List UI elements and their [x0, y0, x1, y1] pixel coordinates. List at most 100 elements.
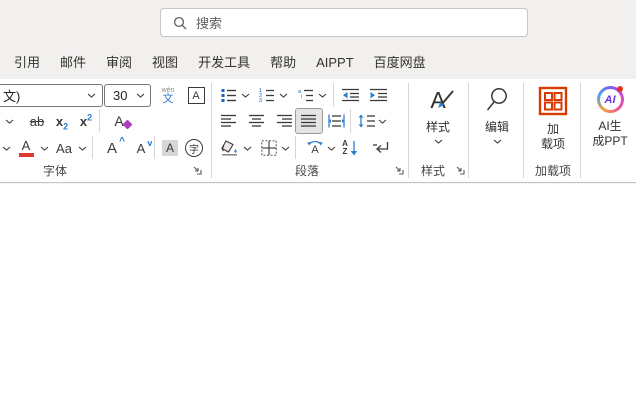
search-input[interactable]: 搜索 — [160, 8, 528, 37]
tab-baidu-netdisk[interactable]: 百度网盘 — [364, 47, 436, 79]
ribbon-tab-row: 引用 邮件 审阅 视图 开发工具 帮助 AIPPT 百度网盘 — [0, 47, 636, 79]
svg-text:i: i — [301, 94, 302, 100]
strikethrough-icon: ab — [29, 113, 45, 129]
multilevel-list-button[interactable]: a i — [296, 84, 316, 106]
search-placeholder: 搜索 — [196, 16, 223, 31]
add-ins-group-label: 加载项 — [534, 164, 571, 178]
change-case-button[interactable]: Aa — [52, 137, 76, 159]
shading-chevron[interactable] — [242, 137, 253, 159]
font-color-chevron[interactable] — [38, 137, 50, 159]
superscript-icon: x2 — [79, 112, 93, 129]
strikethrough-button[interactable]: ab — [24, 110, 50, 132]
increase-indent-icon — [370, 88, 387, 102]
multilevel-list-chevron[interactable] — [317, 84, 328, 106]
justify-icon — [301, 114, 316, 127]
font-name-combo[interactable]: 文) — [0, 84, 103, 107]
multilevel-list-icon: a i — [298, 89, 313, 102]
bullets-chevron[interactable] — [240, 84, 251, 106]
shading-icon — [221, 140, 237, 156]
enclose-characters-button[interactable]: 字 — [182, 136, 206, 160]
increase-indent-button[interactable] — [368, 84, 390, 106]
ribbon: 文) 30 wén 文 A ab x2 x2 A A Aa A ^ A v A … — [0, 79, 636, 183]
asian-layout-chevron[interactable] — [326, 137, 337, 159]
chevron-down-icon — [434, 139, 443, 144]
tab-developer[interactable]: 开发工具 — [188, 47, 260, 79]
borders-icon — [261, 140, 277, 156]
word-window: 搜索 引用 邮件 审阅 视图 开发工具 帮助 AIPPT 百度网盘 文) 30 — [0, 0, 636, 402]
font-name-value: 文) — [3, 89, 21, 104]
align-center-icon — [249, 114, 264, 127]
character-border-icon: A — [187, 87, 205, 104]
borders-button[interactable] — [259, 137, 279, 159]
underline-dropdown-chevron[interactable] — [2, 110, 16, 132]
change-case-chevron[interactable] — [76, 137, 88, 159]
editing-button[interactable]: 编辑 — [474, 83, 520, 161]
borders-chevron[interactable] — [280, 137, 291, 159]
subscript-icon: x2 — [55, 113, 69, 132]
chevron-down-icon — [493, 139, 502, 144]
tab-aippt[interactable]: AIPPT — [306, 47, 364, 79]
align-left-button[interactable] — [219, 110, 239, 132]
phonetic-guide-button[interactable]: wén 文 — [155, 83, 181, 108]
tab-review[interactable]: 审阅 — [96, 47, 142, 79]
character-border-button[interactable]: A — [184, 83, 208, 108]
chevron-down-icon — [136, 93, 150, 98]
sort-button[interactable]: A Z — [338, 135, 362, 161]
grow-font-button[interactable]: A ^ — [98, 135, 126, 161]
asian-layout-icon: A — [305, 139, 325, 156]
add-ins-grid-icon — [538, 83, 568, 119]
decrease-indent-button[interactable] — [340, 84, 362, 106]
show-hide-marks-button[interactable] — [368, 136, 394, 160]
shrink-font-icon: A v — [136, 137, 153, 156]
styles-group-label: 样式 — [420, 164, 445, 178]
shrink-font-button[interactable]: A v — [128, 135, 154, 161]
document-canvas[interactable]: word 字体变大怎么调 — [0, 184, 636, 402]
tab-mailings[interactable]: 邮件 — [50, 47, 96, 79]
editing-magnifier-icon — [484, 83, 510, 117]
shading-button[interactable] — [219, 137, 241, 159]
paragraph-mark-icon — [373, 142, 389, 153]
styles-dialog-launcher[interactable] — [453, 163, 467, 177]
bullets-button[interactable] — [219, 84, 239, 106]
tab-references[interactable]: 引用 — [4, 47, 50, 79]
paragraph-dialog-launcher[interactable] — [392, 163, 406, 177]
font-size-value: 30 — [113, 88, 128, 103]
svg-text:3: 3 — [259, 98, 262, 103]
chevron-down-icon — [87, 93, 102, 98]
line-spacing-icon — [358, 114, 375, 128]
paragraph-group-label: 段落 — [294, 164, 319, 178]
font-color-button[interactable]: A — [14, 135, 38, 161]
align-left-icon — [221, 114, 236, 127]
subscript-button[interactable]: x2 — [50, 110, 74, 132]
line-spacing-chevron[interactable] — [377, 110, 388, 132]
font-dialog-launcher[interactable] — [190, 163, 204, 177]
ai-logo-icon: AI — [596, 83, 624, 116]
font-size-combo[interactable]: 30 — [104, 84, 151, 107]
character-shading-button[interactable]: A — [158, 136, 182, 160]
align-right-icon — [277, 114, 292, 127]
superscript-button[interactable]: x2 — [74, 110, 98, 132]
asian-layout-button[interactable]: A — [302, 134, 328, 161]
align-center-button[interactable] — [247, 110, 267, 132]
decrease-indent-icon — [342, 88, 359, 102]
line-spacing-button[interactable] — [356, 110, 378, 132]
ai-generate-ppt-button[interactable]: AI AI生 成PPT — [586, 83, 634, 161]
enclose-characters-icon: 字 — [185, 139, 203, 157]
bullets-icon — [221, 89, 236, 102]
distribute-text-button[interactable] — [326, 110, 346, 132]
justify-button[interactable] — [295, 108, 323, 134]
title-bar: 搜索 — [0, 0, 636, 47]
numbering-button[interactable]: 1 2 3 — [257, 84, 277, 106]
tab-help[interactable]: 帮助 — [260, 47, 306, 79]
character-shading-icon: A — [161, 140, 178, 156]
highlight-dropdown-chevron[interactable] — [0, 137, 12, 159]
styles-button[interactable]: A 样式 — [414, 83, 462, 161]
search-icon — [173, 16, 187, 30]
styles-icon: A — [430, 83, 455, 117]
numbering-chevron[interactable] — [278, 84, 289, 106]
add-ins-button[interactable]: 加载项 — [530, 83, 576, 161]
tab-view[interactable]: 视图 — [142, 47, 188, 79]
clear-formatting-button[interactable]: A — [105, 110, 133, 132]
clear-formatting-icon: A — [114, 113, 133, 130]
align-right-button[interactable] — [275, 110, 295, 132]
